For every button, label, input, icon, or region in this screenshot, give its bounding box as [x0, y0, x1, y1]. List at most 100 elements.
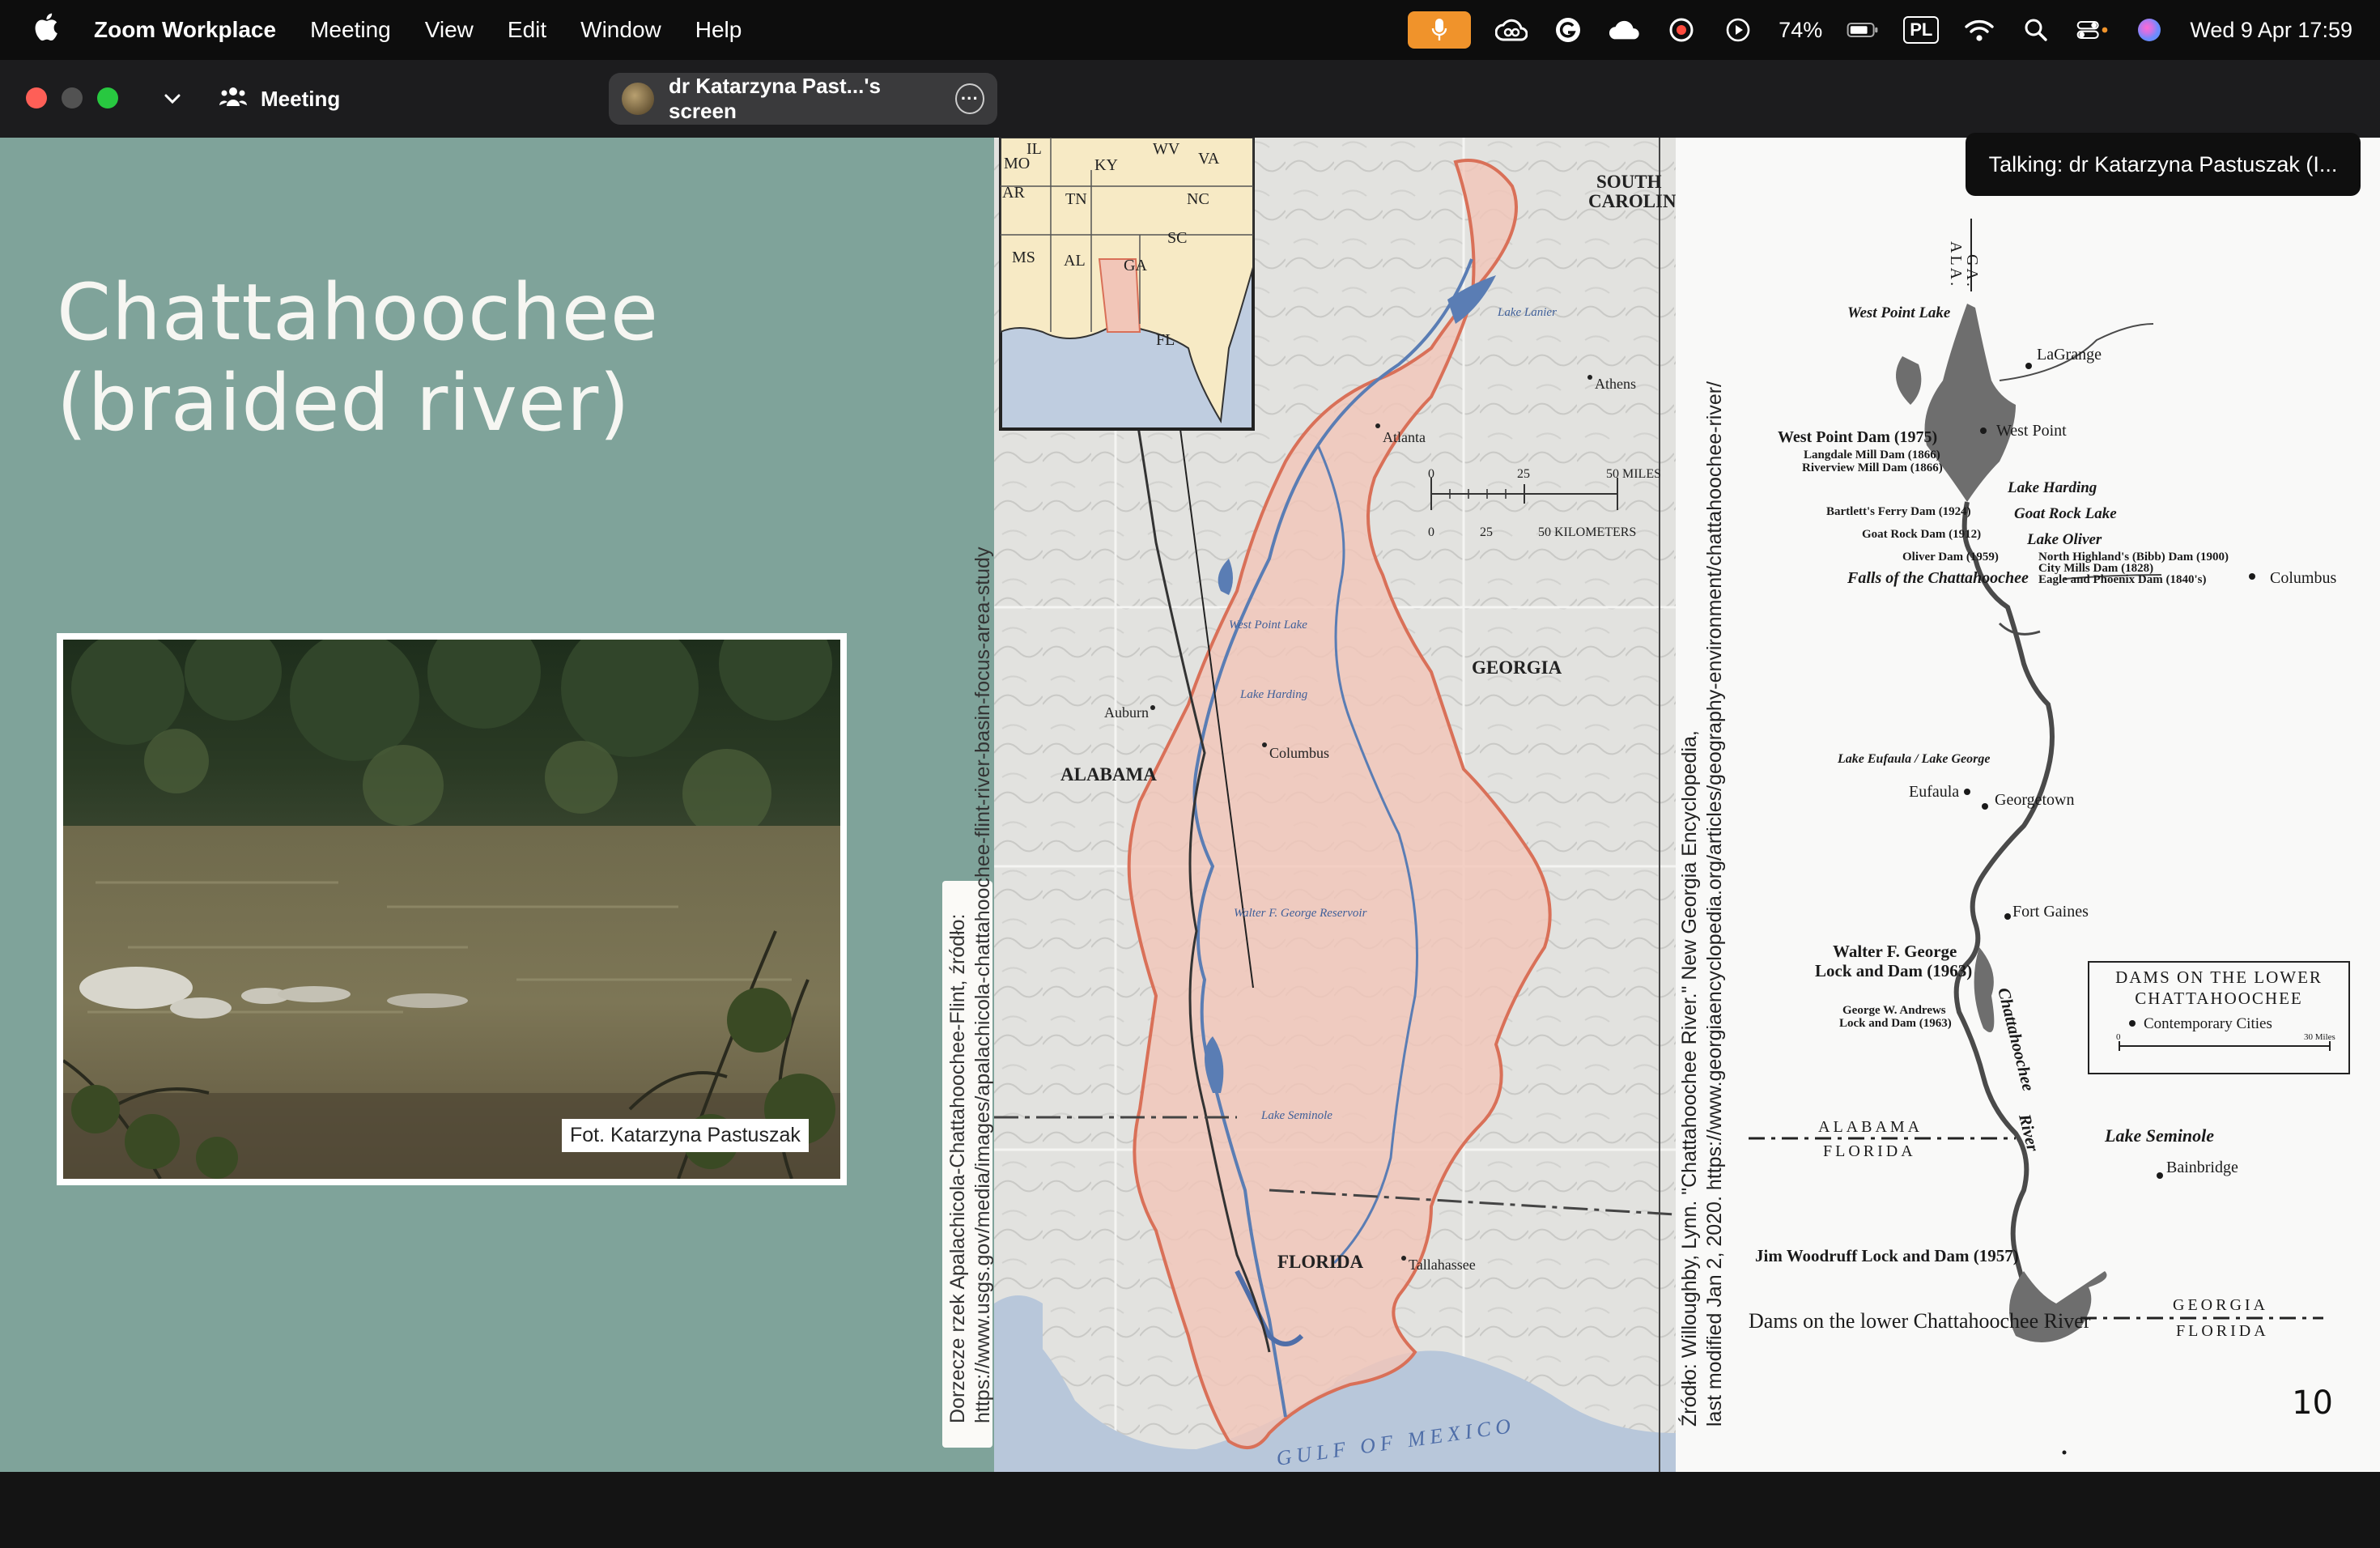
- diagram-fort-gaines: Fort Gaines: [2012, 903, 2089, 921]
- menu-window[interactable]: Window: [580, 17, 661, 43]
- meeting-view-button[interactable]: Meeting: [219, 78, 340, 120]
- siri-icon[interactable]: [2133, 14, 2165, 46]
- diagram-border-alabama: ALABAMA: [1818, 1118, 1923, 1136]
- map-city-columbus: Columbus: [1269, 745, 1329, 761]
- meeting-label: Meeting: [261, 86, 341, 111]
- legend-scale-30: 30 Miles: [2304, 1032, 2335, 1042]
- control-center-icon[interactable]: [2076, 14, 2109, 46]
- inset-label-va: VA: [1198, 150, 1220, 168]
- menu-help[interactable]: Help: [695, 17, 742, 43]
- zoom-toolbar: Meeting dr Katarzyna Past...'s screen ··…: [0, 60, 2380, 138]
- map-label-georgia: GEORGIA: [1472, 657, 1562, 678]
- menu-view[interactable]: View: [425, 17, 474, 43]
- screen-record-icon[interactable]: [1665, 14, 1698, 46]
- diagram-eufaula-lake: Lake Eufaula / Lake George: [1837, 752, 1990, 766]
- diagram-border-georgia: GEORGIA: [2173, 1296, 2268, 1314]
- inset-label-tn: TN: [1065, 190, 1087, 208]
- shared-slide: Chattahoochee (braided river) Fot. Katar…: [0, 138, 2380, 1472]
- diagram-goat-rock-dam: Goat Rock Dam (1912): [1862, 528, 1981, 541]
- zoom-bottom-bar: [0, 1472, 2380, 1548]
- map-lake-walter-george: Walter F. George Reservoir: [1234, 907, 1367, 920]
- source-caption-right: Źródło: Willoughby, Lynn. "Chattahoochee…: [1677, 381, 1728, 1427]
- input-source-indicator[interactable]: PL: [1903, 16, 1940, 44]
- inset-label-mo: MO: [1004, 155, 1030, 172]
- inset-label-ga: GA: [1124, 257, 1147, 274]
- minimize-window-button[interactable]: [62, 87, 83, 108]
- source-caption-left-line2: https://www.usgs.gov/media/images/apalac…: [971, 546, 994, 1423]
- battery-icon[interactable]: [1847, 14, 1879, 46]
- scale-miles-50: 50 MILES: [1606, 467, 1661, 481]
- grammarly-icon[interactable]: [1552, 14, 1584, 46]
- diagram-andrews-2: Lock and Dam (1963): [1839, 1017, 1952, 1030]
- source-caption-right-line1: Źródło: Willoughby, Lynn. "Chattahoochee…: [1678, 730, 1701, 1427]
- map-lake-west-point: West Point Lake: [1229, 619, 1307, 632]
- app-name-menu[interactable]: Zoom Workplace: [94, 17, 276, 43]
- diagram-georgetown: Georgetown: [1995, 791, 2075, 809]
- more-options-icon[interactable]: ···: [954, 83, 984, 114]
- participants-icon: [219, 83, 248, 115]
- inset-label-sc: SC: [1167, 229, 1187, 247]
- slide-title-line2: (braided river): [57, 358, 631, 449]
- slide-title-line1: Chattahoochee: [57, 267, 659, 358]
- fullscreen-window-button[interactable]: [97, 87, 118, 108]
- play-circle-icon[interactable]: [1722, 14, 1754, 46]
- map-lake-harding: Lake Harding: [1239, 688, 1308, 701]
- source-caption-right-line2: last modified Jan 2, 2020. https://www.g…: [1703, 381, 1726, 1427]
- diagram-bainbridge: Bainbridge: [2166, 1159, 2238, 1176]
- map-label-florida: FLORIDA: [1277, 1252, 1363, 1272]
- diagram-eufaula: Eufaula: [1909, 783, 1959, 801]
- diagram-west-point: West Point: [1996, 422, 2067, 440]
- diagram-label-ala: ALA.: [1947, 241, 1965, 288]
- avatar: [622, 83, 654, 115]
- menu-meeting[interactable]: Meeting: [310, 17, 391, 43]
- microphone-icon[interactable]: [1408, 11, 1472, 49]
- creative-cloud-icon[interactable]: [1495, 14, 1528, 46]
- cloud-icon[interactable]: [1609, 14, 1641, 46]
- diagram-falls: Falls of the Chattahoochee: [1847, 569, 2029, 587]
- close-window-button[interactable]: [26, 87, 47, 108]
- spotlight-search-icon[interactable]: [2020, 14, 2052, 46]
- diagram-bartletts: Bartlett's Ferry Dam (1924): [1826, 505, 1971, 518]
- scale-miles-0: 0: [1428, 467, 1434, 481]
- diagram-riverview: Riverview Mill Dam (1866): [1802, 461, 1943, 474]
- map-city-athens: Athens: [1595, 376, 1636, 392]
- diagram-lake-oliver: Lake Oliver: [2026, 531, 2102, 548]
- diagram-eagle-phoenix: Eagle and Phoenix Dam (1840's): [2038, 573, 2207, 586]
- battery-percent: 74%: [1779, 17, 1823, 42]
- map-label-carolina: CAROLINA: [1588, 191, 1676, 211]
- chevron-down-icon[interactable]: [159, 83, 186, 115]
- photo-credit: Fot. Katarzyna Pastuszak: [562, 1119, 809, 1152]
- inset-label-nc: NC: [1187, 190, 1209, 208]
- legend-item: Contemporary Cities: [2144, 1015, 2272, 1032]
- diagram-border-florida: FLORIDA: [1823, 1142, 1916, 1160]
- diagram-caption: Dams on the lower Chattahoochee River: [1749, 1309, 2091, 1333]
- diagram-lake-harding: Lake Harding: [2007, 479, 2097, 496]
- slide-page-number: 10: [2292, 1384, 2333, 1422]
- menu-bar: Zoom Workplace Meeting View Edit Window …: [0, 0, 2380, 60]
- inset-label-ms: MS: [1012, 249, 1035, 266]
- diagram-lake-seminole: Lake Seminole: [2104, 1125, 2214, 1146]
- map-label-alabama: ALABAMA: [1060, 764, 1157, 785]
- talking-indicator: Talking: dr Katarzyna Pastuszak (I...: [1966, 133, 2361, 196]
- watershed-map: IL KY WV VA MO TN NC AR SC MS AL GA FL S…: [994, 138, 1676, 1472]
- map-label-south: SOUTH: [1596, 172, 1662, 192]
- shared-screen-pill[interactable]: dr Katarzyna Past...'s screen ···: [609, 73, 997, 125]
- apple-menu-icon[interactable]: [32, 12, 60, 49]
- inset-label-ar: AR: [1002, 184, 1025, 202]
- diagram-walter-george-2: Lock and Dam (1963): [1815, 961, 1972, 980]
- diagram-west-point-lake: West Point Lake: [1847, 304, 1951, 321]
- clock[interactable]: Wed 9 Apr 17:59: [2190, 18, 2352, 43]
- menu-edit[interactable]: Edit: [508, 17, 546, 43]
- wifi-icon[interactable]: [1963, 14, 1995, 46]
- source-caption-left: Dorzecze rzek Apalachicola-Chattahoochee…: [946, 547, 996, 1423]
- scale-km-0: 0: [1428, 525, 1434, 539]
- diagram-columbus: Columbus: [2270, 569, 2336, 587]
- scale-km-50: 50 KILOMETERS: [1538, 525, 1636, 539]
- river-photo: Fot. Katarzyna Pastuszak: [57, 633, 847, 1185]
- source-caption-left-line1: Dorzecze rzek Apalachicola-Chattahoochee…: [946, 913, 969, 1423]
- diagram-oliver-dam: Oliver Dam (1959): [1902, 551, 1999, 563]
- diagram-river-name: Chattahoochee: [1994, 985, 2038, 1093]
- legend-scale-0: 0: [2116, 1032, 2121, 1042]
- diagram-andrews-1: George W. Andrews: [1842, 1004, 1946, 1017]
- diagram-woodruff: Jim Woodruff Lock and Dam (1957): [1755, 1246, 2019, 1265]
